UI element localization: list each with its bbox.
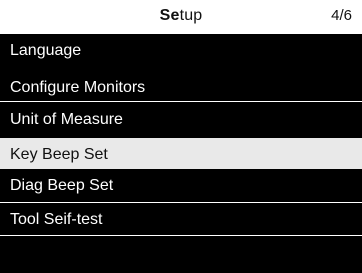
page-title-rest-part: tup: [179, 7, 203, 24]
setup-menu: Language Configure Monitors Unit of Meas…: [0, 34, 362, 273]
menu-item-tool-self-test[interactable]: Tool Seif-test: [0, 203, 362, 236]
menu-item-key-beep-set[interactable]: Key Beep Set: [0, 138, 362, 171]
menu-item-diag-beep-set[interactable]: Diag Beep Set: [0, 169, 362, 202]
page-title-bold-part: Se: [159, 7, 180, 24]
menu-item-language[interactable]: Language: [0, 34, 362, 67]
page-title: Setup: [0, 7, 362, 25]
menu-item-configure-monitors[interactable]: Configure Monitors: [0, 71, 362, 104]
page-indicator: 4/6: [331, 7, 352, 24]
title-bar: Setup 4/6: [0, 0, 362, 34]
menu-divider: [0, 235, 362, 236]
setup-screen: Setup 4/6 Language Configure Monitors Un…: [0, 0, 362, 273]
menu-item-unit-of-measure[interactable]: Unit of Measure: [0, 103, 362, 136]
menu-divider: [0, 101, 362, 102]
